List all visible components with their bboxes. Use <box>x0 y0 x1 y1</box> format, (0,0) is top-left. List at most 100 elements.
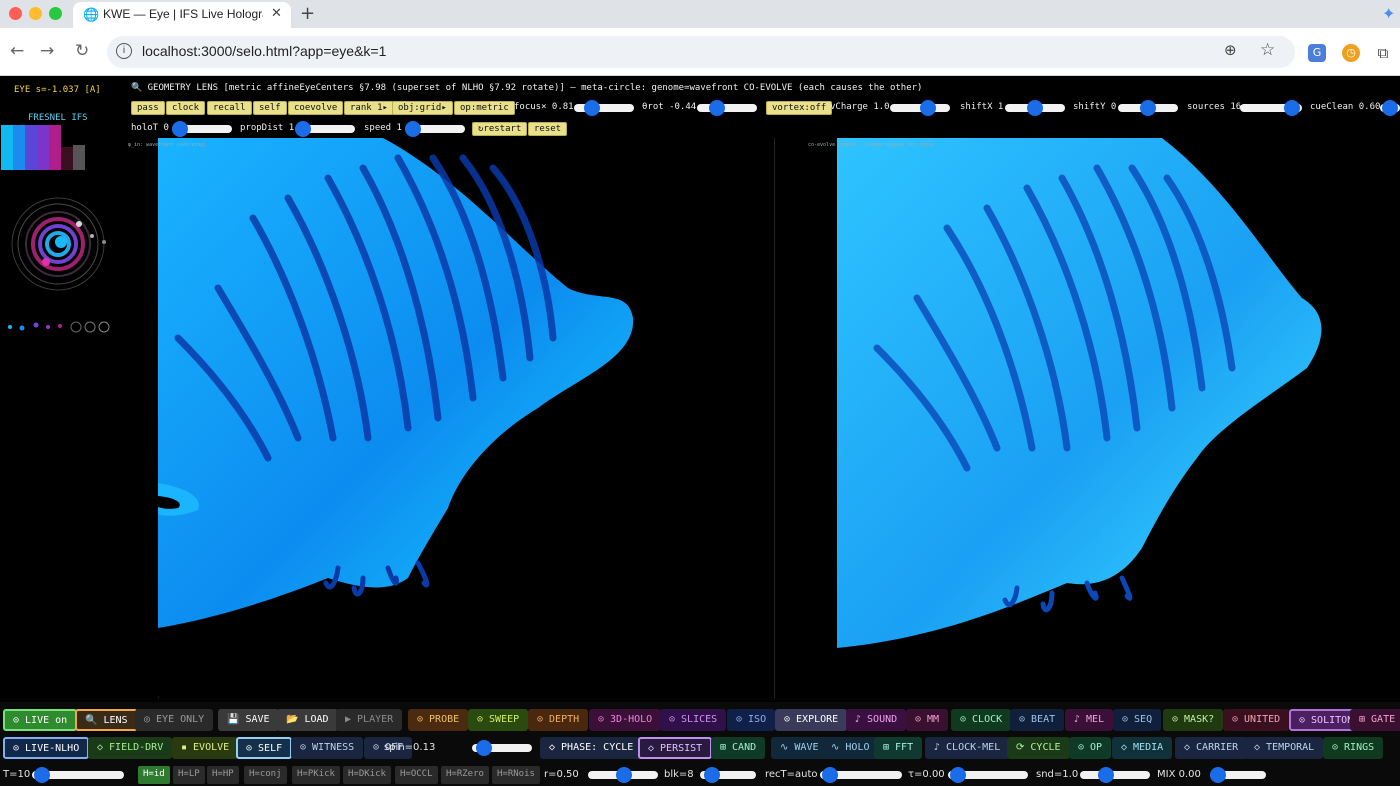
row1-button-16[interactable]: ⊙ BEAT <box>1010 709 1065 731</box>
r-slider[interactable] <box>588 767 658 783</box>
window-close-button[interactable] <box>9 7 22 20</box>
coevolve-button[interactable]: coevolve <box>288 101 344 115</box>
row1-button-2[interactable]: ◎ EYE ONLY <box>135 709 214 731</box>
bookmark-star-icon[interactable]: ☆ <box>1260 40 1275 60</box>
zoom-icon[interactable]: ⊕ <box>1224 41 1237 59</box>
h-mode-button-0[interactable]: H=id <box>138 766 170 784</box>
row2-button-3[interactable]: ⊙ SELF <box>236 737 293 759</box>
row1-button-19[interactable]: ⊙ MASK? <box>1163 709 1224 731</box>
h-mode-button-5[interactable]: H=DKick <box>343 766 391 784</box>
shifty-slider[interactable] <box>1118 100 1178 116</box>
shiftx-label: shiftX 1 <box>960 102 1004 112</box>
tau-slider[interactable] <box>948 767 1028 783</box>
row2-button-7[interactable]: ◇ PERSIST <box>638 737 713 759</box>
t-slider[interactable] <box>32 767 124 783</box>
timer-extension-icon[interactable]: ◷ <box>1342 44 1360 62</box>
browser-tab-bar: 🌐 KWE — Eye | IFS Live Hologra ✕ + ✦ <box>0 0 1400 28</box>
row1-button-3[interactable]: 💾 SAVE <box>218 709 279 731</box>
forward-arrow-icon[interactable]: → <box>40 41 54 61</box>
pass-button[interactable]: pass <box>131 101 165 115</box>
h-mode-button-1[interactable]: H=LP <box>173 766 205 784</box>
row1-button-9[interactable]: ⊙ 3D-HOLO <box>589 709 662 731</box>
cueclean-slider[interactable] <box>1380 100 1400 116</box>
row1-button-22[interactable]: ⊞ GATE <box>1350 709 1400 731</box>
row2-button-6[interactable]: ◇ PHASE: CYCLE <box>540 737 643 759</box>
row2-button-12[interactable]: ♪ CLOCK-MEL <box>925 737 1010 759</box>
row1-button-17[interactable]: ♪ MEL <box>1065 709 1114 731</box>
row1-button-10[interactable]: ⊙ SLICES <box>660 709 727 731</box>
extensions-puzzle-icon[interactable]: ⧉ <box>1374 44 1392 62</box>
row1-button-14[interactable]: ⊙ MM <box>906 709 949 731</box>
address-bar[interactable]: i localhost:3000/selo.html?app=eye&k=1 ⊕… <box>107 36 1295 68</box>
vcharge-slider[interactable] <box>890 100 950 116</box>
reset-button[interactable]: reset <box>528 122 568 136</box>
rank-button[interactable]: rank 1▸ <box>344 101 394 115</box>
browser-tab[interactable]: 🌐 KWE — Eye | IFS Live Hologra ✕ <box>73 2 291 28</box>
h-mode-button-3[interactable]: H=conj <box>244 766 287 784</box>
row2-button-15[interactable]: ◇ MEDIA <box>1112 737 1173 759</box>
row1-button-20[interactable]: ⊙ UNITED <box>1223 709 1290 731</box>
wavefront-input-panel[interactable] <box>158 138 774 696</box>
gemini-sparkle-icon[interactable]: ✦ <box>1382 4 1395 23</box>
translate-extension-icon[interactable]: G <box>1308 44 1326 62</box>
window-minimize-button[interactable] <box>29 7 42 20</box>
h-mode-button-4[interactable]: H=PKick <box>292 766 340 784</box>
row1-button-8[interactable]: ⊙ DEPTH <box>528 709 589 731</box>
row2-button-11[interactable]: ⊞ FFT <box>874 737 923 759</box>
op-metric-button[interactable]: op:metric <box>454 101 515 115</box>
row2-button-14[interactable]: ⊙ OP <box>1069 737 1112 759</box>
h-mode-button-8[interactable]: H=RNois <box>492 766 540 784</box>
obj-grid-button[interactable]: obj:grid▸ <box>392 101 453 115</box>
h-mode-button-2[interactable]: H=HP <box>207 766 239 784</box>
sources-slider[interactable] <box>1240 100 1302 116</box>
row2-button-8[interactable]: ⊞ CAND <box>711 737 766 759</box>
reload-icon[interactable]: ↻ <box>75 41 89 61</box>
row1-button-13[interactable]: ♪ SOUND <box>846 709 907 731</box>
vortex-button[interactable]: vortex:off <box>766 101 833 115</box>
site-info-icon[interactable]: i <box>116 43 132 59</box>
row2-button-17[interactable]: ◇ TEMPORAL <box>1245 737 1324 759</box>
recall-button[interactable]: recall <box>207 101 252 115</box>
window-maximize-button[interactable] <box>49 7 62 20</box>
row2-button-13[interactable]: ⟳ CYCLE <box>1007 737 1070 759</box>
row2-button-16[interactable]: ◇ CARRIER <box>1175 737 1248 759</box>
shiftx-slider[interactable] <box>1005 100 1065 116</box>
row1-button-18[interactable]: ⊙ SEQ <box>1113 709 1162 731</box>
rect-slider[interactable] <box>820 767 902 783</box>
row1-button-5[interactable]: ▶ PLAYER <box>336 709 403 731</box>
row2-button-18[interactable]: ⊙ RINGS <box>1323 737 1384 759</box>
row1-button-6[interactable]: ⊙ PROBE <box>408 709 469 731</box>
row1-button-0[interactable]: ⊙ LIVE on <box>3 709 78 731</box>
propdist-slider[interactable] <box>295 121 355 137</box>
restart-button[interactable]: ↻restart <box>472 122 528 136</box>
clock-button[interactable]: clock <box>166 101 206 115</box>
row2-button-4[interactable]: ⊙ WITNESS <box>291 737 364 759</box>
snd-slider[interactable] <box>1080 767 1150 783</box>
back-arrow-icon[interactable]: ← <box>10 41 24 61</box>
row2-button-1[interactable]: ◇ FIELD-DRV <box>88 737 173 759</box>
h-mode-button-7[interactable]: H=RZero <box>441 766 489 784</box>
mix-slider[interactable] <box>1210 767 1266 783</box>
row1-button-11[interactable]: ⊙ ISO <box>727 709 776 731</box>
row1-button-7[interactable]: ⊙ SWEEP <box>468 709 529 731</box>
row2-button-0[interactable]: ⊙ LIVE-NLHO <box>3 737 90 759</box>
row2-button-9[interactable]: ∿ WAVE <box>771 737 828 759</box>
holot-slider[interactable] <box>172 121 232 137</box>
row1-button-12[interactable]: ⊙ EXPLORE <box>775 709 848 731</box>
focus-slider[interactable] <box>574 100 634 116</box>
rot-slider[interactable] <box>697 100 757 116</box>
self-button[interactable]: self <box>253 101 287 115</box>
blk-slider[interactable] <box>700 767 756 783</box>
row1-button-15[interactable]: ⊙ CLOCK <box>951 709 1012 731</box>
h-mode-button-6[interactable]: H=OCCL <box>395 766 438 784</box>
co-evolve-output-panel[interactable] <box>837 138 1400 696</box>
row2-button-10[interactable]: ∿ HOLO <box>822 737 879 759</box>
tab-close-icon[interactable]: ✕ <box>271 6 282 21</box>
row2-button-2[interactable]: ▪ EVOLVE <box>172 737 239 759</box>
speed-slider[interactable] <box>405 121 465 137</box>
spin-slider[interactable] <box>472 740 532 756</box>
row1-button-4[interactable]: 📂 LOAD <box>277 709 338 731</box>
focus-label: focus× 0.81 <box>514 102 574 112</box>
new-tab-icon[interactable]: + <box>300 3 315 24</box>
row1-button-1[interactable]: 🔍 LENS <box>75 709 138 731</box>
